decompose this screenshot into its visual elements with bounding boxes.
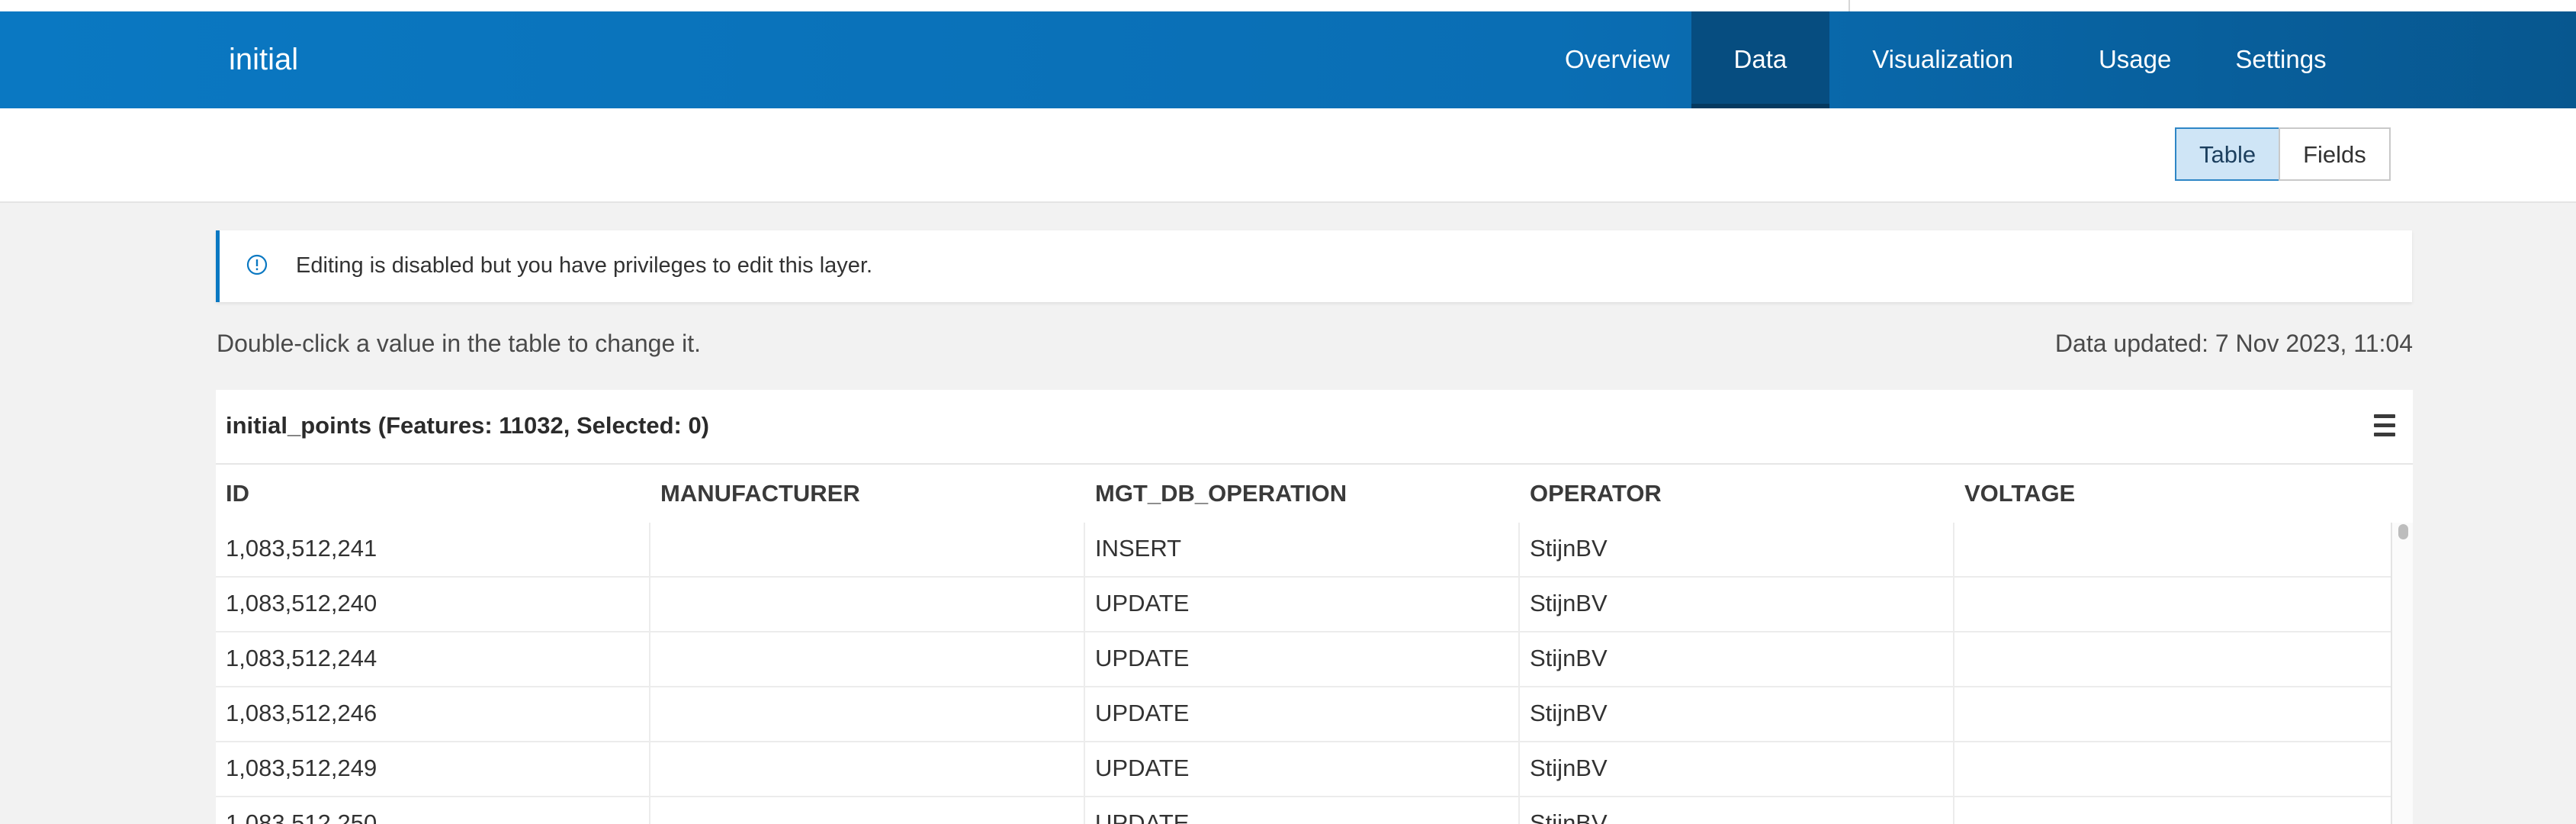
cell-voltage[interactable] (1954, 687, 2389, 741)
cell-id[interactable]: 1,083,512,250 (216, 797, 650, 824)
cell-voltage[interactable] (1954, 578, 2389, 631)
column-header-operator[interactable]: OPERATOR (1520, 465, 1954, 523)
editing-notice: Editing is disabled but you have privile… (216, 230, 2412, 302)
table-row[interactable]: 1,083,512,249 UPDATE StijnBV (216, 742, 2391, 797)
view-toggle: Table Fields (2175, 127, 2391, 181)
cell-voltage[interactable] (1954, 797, 2389, 824)
edit-hint: Double-click a value in the table to cha… (217, 330, 702, 357)
table-scrollbar[interactable] (2391, 523, 2413, 824)
cell-operator[interactable]: StijnBV (1520, 742, 1954, 796)
column-header-manufacturer[interactable]: MANUFACTURER (650, 465, 1085, 523)
cell-voltage[interactable] (1954, 742, 2389, 796)
cell-manufacturer[interactable] (650, 742, 1085, 796)
hamburger-menu-icon[interactable] (2374, 414, 2395, 437)
notice-message: Editing is disabled but you have privile… (296, 253, 873, 278)
table-title: initial_points (Features: 11032, Selecte… (226, 412, 710, 439)
scrollbar-thumb[interactable] (2398, 524, 2408, 539)
table-body: 1,083,512,241 INSERT StijnBV 1,083,512,2… (216, 523, 2391, 824)
table-row[interactable]: 1,083,512,244 UPDATE StijnBV (216, 632, 2391, 687)
cell-manufacturer[interactable] (650, 797, 1085, 824)
tab-overview[interactable]: Overview (1543, 11, 1691, 108)
cell-operator[interactable]: StijnBV (1520, 578, 1954, 631)
cell-id[interactable]: 1,083,512,240 (216, 578, 650, 631)
tab-usage[interactable]: Usage (2056, 11, 2192, 108)
cell-operator[interactable]: StijnBV (1520, 687, 1954, 741)
cell-id[interactable]: 1,083,512,249 (216, 742, 650, 796)
cell-operator[interactable]: StijnBV (1520, 797, 1954, 824)
attribute-table-panel: initial_points (Features: 11032, Selecte… (216, 390, 2413, 824)
table-view-button[interactable]: Table (2175, 127, 2281, 181)
cell-id[interactable]: 1,083,512,244 (216, 632, 650, 686)
table-column-headers: ID MANUFACTURER MGT_DB_OPERATION OPERATO… (216, 465, 2389, 523)
cell-manufacturer[interactable] (650, 632, 1085, 686)
data-updated-timestamp: Data updated: 7 Nov 2023, 11:04 (2054, 330, 2413, 357)
top-strip-divider (1848, 0, 1850, 11)
table-row[interactable]: 1,083,512,240 UPDATE StijnBV (216, 578, 2391, 632)
table-row[interactable]: 1,083,512,241 INSERT StijnBV (216, 523, 2391, 578)
data-toolbar: Table Fields (0, 108, 2576, 203)
cell-manufacturer[interactable] (650, 687, 1085, 741)
tab-data[interactable]: Data (1691, 11, 1830, 108)
column-header-voltage[interactable]: VOLTAGE (1954, 465, 2389, 523)
info-icon (246, 254, 268, 275)
column-header-id[interactable]: ID (216, 465, 650, 523)
item-nav: Overview Data Visualization Usage Settin… (1543, 11, 2369, 108)
cell-manufacturer[interactable] (650, 578, 1085, 631)
cell-voltage[interactable] (1954, 632, 2389, 686)
cell-mgt-db-operation[interactable]: INSERT (1085, 523, 1520, 576)
cell-operator[interactable]: StijnBV (1520, 523, 1954, 576)
cell-id[interactable]: 1,083,512,241 (216, 523, 650, 576)
table-row[interactable]: 1,083,512,250 UPDATE StijnBV (216, 797, 2391, 824)
tab-settings[interactable]: Settings (2192, 11, 2369, 108)
cell-mgt-db-operation[interactable]: UPDATE (1085, 632, 1520, 686)
app-header: initial Overview Data Visualization Usag… (0, 11, 2576, 108)
cell-manufacturer[interactable] (650, 523, 1085, 576)
table-header-bar: initial_points (Features: 11032, Selecte… (216, 390, 2413, 465)
fields-view-button[interactable]: Fields (2279, 127, 2391, 181)
column-header-mgt-db-operation[interactable]: MGT_DB_OPERATION (1085, 465, 1520, 523)
cell-mgt-db-operation[interactable]: UPDATE (1085, 797, 1520, 824)
cell-operator[interactable]: StijnBV (1520, 632, 1954, 686)
cell-mgt-db-operation[interactable]: UPDATE (1085, 742, 1520, 796)
table-row[interactable]: 1,083,512,246 UPDATE StijnBV (216, 687, 2391, 742)
cell-voltage[interactable] (1954, 523, 2389, 576)
top-strip (0, 0, 2576, 11)
item-title: initial (229, 43, 299, 76)
tab-visualization[interactable]: Visualization (1829, 11, 2056, 108)
cell-mgt-db-operation[interactable]: UPDATE (1085, 578, 1520, 631)
cell-id[interactable]: 1,083,512,246 (216, 687, 650, 741)
cell-mgt-db-operation[interactable]: UPDATE (1085, 687, 1520, 741)
